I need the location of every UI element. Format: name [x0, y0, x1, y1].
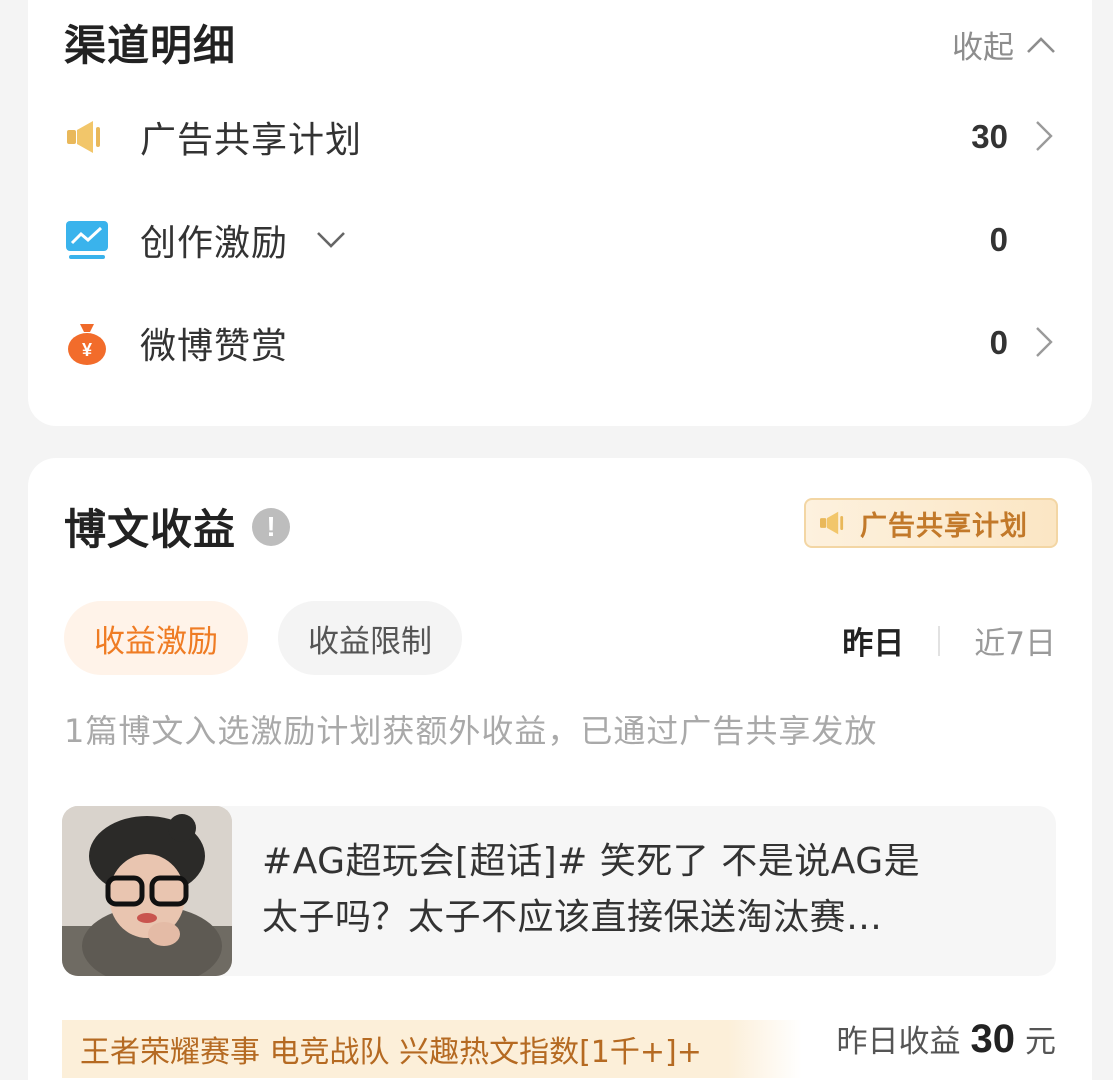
channel-row-ad-sharing[interactable]: 广告共享计划 30: [64, 97, 1058, 177]
ad-sharing-badge[interactable]: 广告共享计划: [804, 498, 1058, 548]
chevron-right-icon: [1036, 327, 1053, 357]
channel-row-weibo-tips[interactable]: ¥ 微博赞赏 0: [64, 303, 1058, 383]
period-selector: 昨日 近7日: [842, 618, 1056, 663]
collapse-button[interactable]: 收起: [952, 22, 1056, 67]
period-last-7-days[interactable]: 近7日: [974, 618, 1056, 663]
channel-label: 广告共享计划: [140, 120, 363, 161]
info-icon[interactable]: !: [252, 507, 291, 546]
channel-details-card: 渠道明细 收起 广告共享计划 30 创作激励 0 ¥ 微博赞赏 0: [28, 0, 1092, 426]
yesterday-earnings-label: 昨日收益: [836, 1024, 961, 1060]
channel-value: 30: [971, 118, 1008, 155]
channel-label: 微博赞赏: [140, 326, 289, 367]
yesterday-earnings: 昨日收益 30 元: [837, 1016, 1057, 1062]
post-text-line1: #AG超玩会[超话]# 笑死了 不是说AG是: [262, 841, 921, 882]
chevron-down-icon[interactable]: [316, 230, 346, 250]
post-tags-text: 王者荣耀赛事 电竞战队 兴趣热文指数[1千+]+: [80, 1035, 702, 1070]
collapse-label: 收起: [952, 30, 1014, 66]
post-item[interactable]: #AG超玩会[超话]# 笑死了 不是说AG是 太子吗？太子不应该直接保送淘汰赛…: [62, 806, 1056, 976]
chart-monitor-icon: [64, 217, 110, 263]
post-thumbnail: [62, 806, 232, 976]
chevron-right-icon: [1036, 121, 1053, 151]
tab-earnings-incentive[interactable]: 收益激励: [64, 601, 248, 675]
channel-label: 创作激励: [140, 223, 289, 264]
period-yesterday[interactable]: 昨日: [842, 618, 904, 663]
post-earnings-title: 博文收益: [64, 505, 237, 554]
channel-value: 0: [989, 324, 1008, 361]
channel-value: 0: [989, 221, 1008, 258]
tab-label: 收益限制: [308, 623, 432, 660]
yesterday-earnings-unit: 元: [1025, 1024, 1056, 1060]
channel-details-title: 渠道明细: [64, 21, 237, 70]
channel-row-creation-incentive[interactable]: 创作激励 0: [64, 200, 1058, 280]
tab-label: 收益激励: [94, 623, 218, 660]
money-bag-icon: ¥: [64, 320, 110, 366]
megaphone-icon: [820, 511, 844, 535]
yesterday-earnings-value: 30: [970, 1017, 1016, 1061]
chevron-up-icon: [1027, 36, 1055, 53]
post-tags: 王者荣耀赛事 电竞战队 兴趣热文指数[1千+]+: [62, 1020, 802, 1078]
earnings-description: 1篇博文入选激励计划获额外收益，已通过广告共享发放: [64, 712, 878, 750]
post-earnings-card: 博文收益 ! 广告共享计划 收益激励 收益限制 昨日 近7日 1篇博文入选激励计…: [28, 458, 1092, 1080]
period-divider: [938, 625, 941, 656]
ad-badge-label: 广告共享计划: [860, 510, 1028, 542]
post-text-line2: 太子吗？太子不应该直接保送淘汰赛…: [262, 897, 883, 938]
megaphone-icon: [64, 114, 110, 160]
svg-text:¥: ¥: [82, 340, 92, 360]
tab-earnings-limit[interactable]: 收益限制: [278, 601, 462, 675]
